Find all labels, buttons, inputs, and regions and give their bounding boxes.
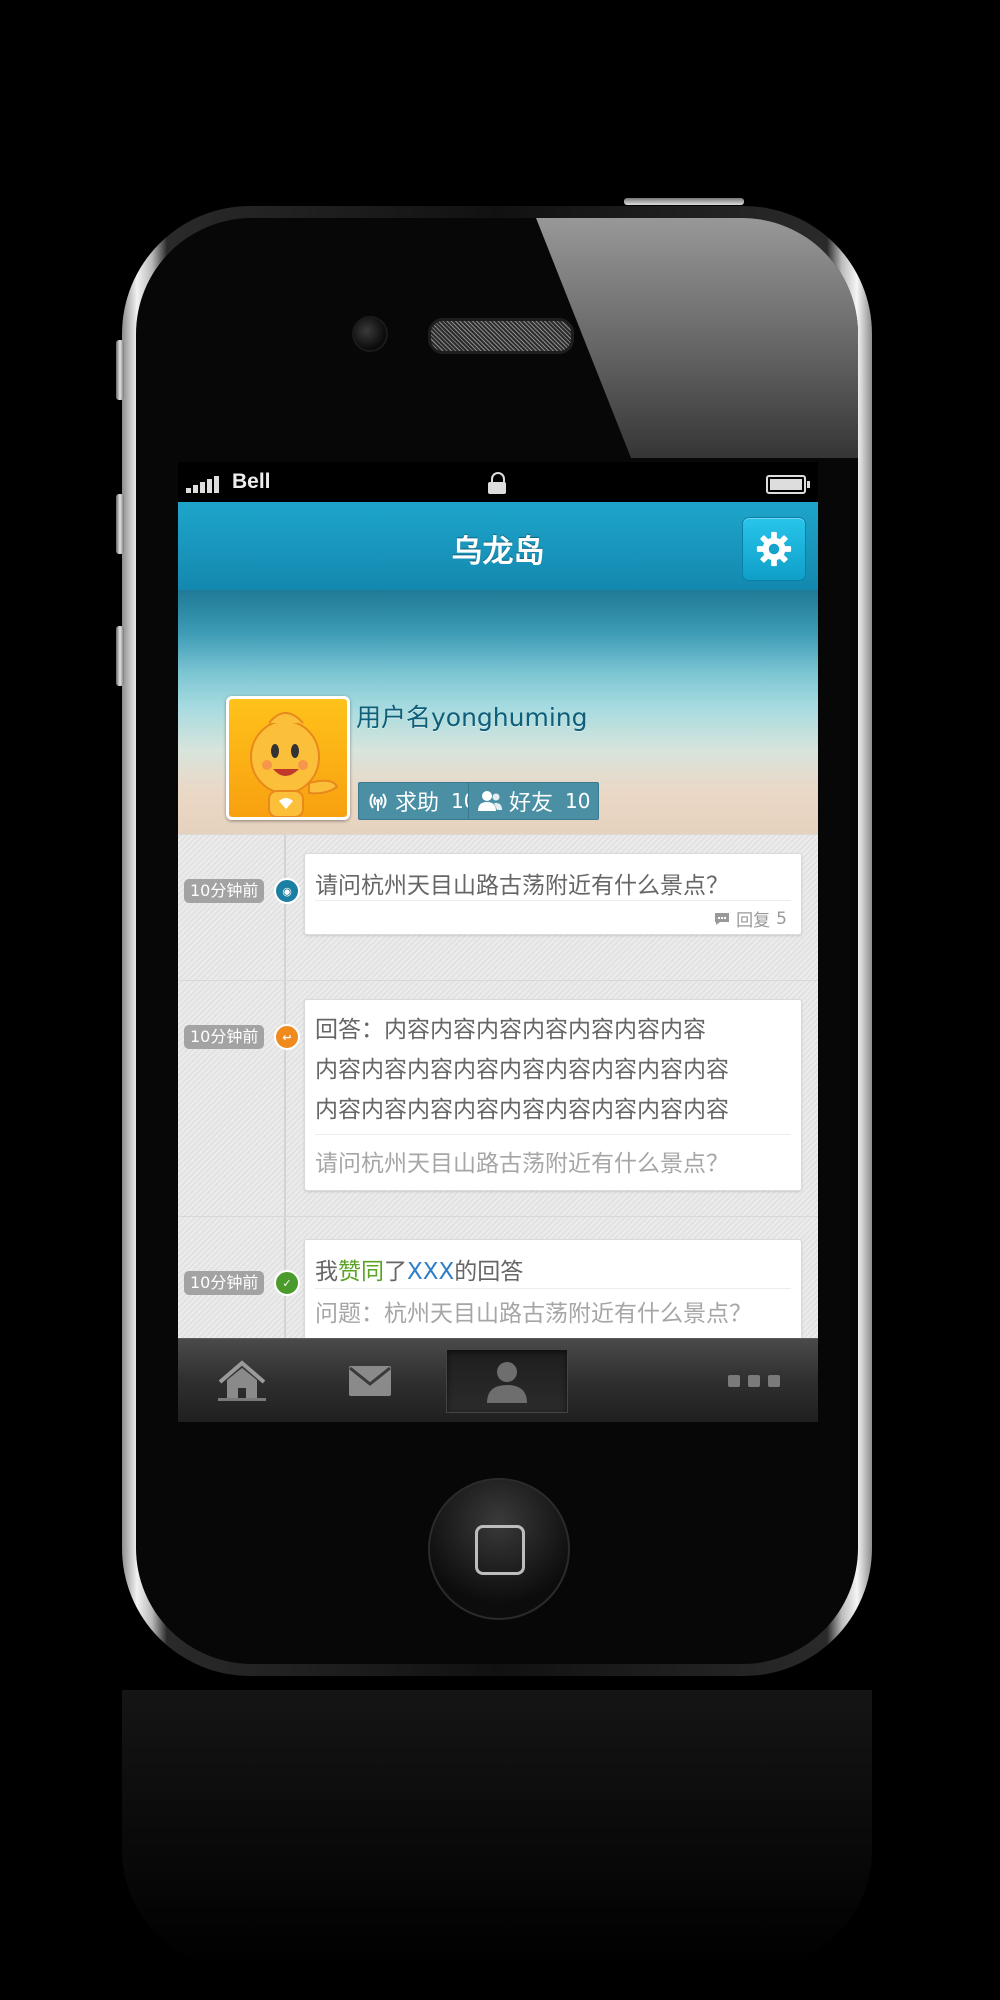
avatar[interactable] [226,696,350,820]
activity-feed[interactable]: 10分钟前 ◉ 请问杭州天目山路古荡附近有什么景点？ 回复 5 10分钟前 ↩ … [178,834,818,1338]
answer-line-1: 回答：内容内容内容内容内容内容内容 [315,1017,706,1043]
broadcast-dot-icon: ◉ [274,878,300,904]
gear-icon [756,531,792,567]
friends-count: 10 [565,789,591,813]
broadcast-icon [369,793,387,811]
page-title: 乌龙岛 [451,534,545,570]
related-question: 问题：杭州天目山路古荡附近有什么景点？ [315,1301,752,1327]
front-camera [352,316,388,352]
feed-item-answer: 10分钟前 ↩ 回答：内容内容内容内容内容内容内容 内容内容内容内容内容内容内容… [178,980,818,1217]
question-text: 请问杭州天目山路古荡附近有什么景点？ [315,873,729,899]
mute-switch [116,340,124,400]
volume-up-button [116,494,124,554]
agree-action: 赞同 [338,1259,384,1285]
home-icon [218,1360,266,1401]
agree-card[interactable]: 我赞同了XXX的回答 问题：杭州天目山路古荡附近有什么景点？ [304,1239,802,1338]
app-screen: Bell 乌龙岛 用户名yonghuming 求助 10 好友 10 10分钟前… [178,462,818,1422]
help-badge[interactable]: 求助 10 [358,782,486,820]
tab-messages[interactable] [306,1339,434,1422]
screen-glare [536,218,858,458]
friends-badge[interactable]: 好友 10 [468,782,600,820]
feed-item-question: 10分钟前 ◉ 请问杭州天目山路古荡附近有什么景点？ 回复 5 [178,834,818,981]
answer-dot-icon: ↩ [274,1024,300,1050]
comment-icon [715,912,730,925]
battery-icon [766,475,810,494]
home-button-square-icon [475,1525,525,1575]
tab-profile[interactable] [446,1349,568,1413]
related-question: 请问杭州天目山路古荡附近有什么景点？ [315,1151,729,1177]
answer-card[interactable]: 回答：内容内容内容内容内容内容内容 内容内容内容内容内容内容内容内容内容 内容内… [304,999,802,1191]
earpiece-speaker [428,318,574,354]
sleep-button [624,198,744,205]
reply-label: 回复 [736,911,771,931]
home-button[interactable] [428,1478,570,1620]
nav-bar: 乌龙岛 [178,502,818,591]
help-label: 求助 [395,791,440,816]
timestamp: 10分钟前 [184,1025,265,1049]
tab-home[interactable] [178,1339,306,1422]
mail-icon [349,1366,391,1396]
username: 用户名yonghuming [356,703,588,732]
signal-icon [186,476,219,493]
tab-more[interactable] [690,1339,818,1422]
timestamp: 10分钟前 [184,1271,265,1295]
agree-text: 我赞同了XXX的回答 [315,1259,524,1285]
question-card[interactable]: 请问杭州天目山路古荡附近有什么景点？ 回复 5 [304,853,802,935]
phone-reflection [122,1690,872,1970]
settings-button[interactable] [742,517,806,581]
answer-line-2: 内容内容内容内容内容内容内容内容内容 [315,1057,729,1083]
friends-icon [478,791,502,811]
user-link[interactable]: XXX [407,1259,454,1285]
mascot-avatar-icon [250,712,339,817]
profile-banner: 用户名yonghuming 求助 10 好友 10 [178,590,818,834]
profile-icon [487,1362,527,1403]
answer-line-3: 内容内容内容内容内容内容内容内容内容 [315,1097,729,1123]
friends-label: 好友 [509,791,554,816]
tab-bar [178,1338,818,1422]
status-bar: Bell [178,462,818,502]
lock-icon [487,472,507,494]
volume-down-button [116,626,124,686]
reply-count[interactable]: 回复 5 [714,906,787,931]
timestamp: 10分钟前 [184,879,265,903]
agree-dot-icon: ✓ [274,1270,300,1296]
reply-number: 5 [776,908,787,929]
more-icon [728,1375,780,1387]
feed-item-agree: 10分钟前 ✓ 我赞同了XXX的回答 问题：杭州天目山路古荡附近有什么景点？ [178,1216,818,1338]
carrier-name: Bell [232,470,271,493]
